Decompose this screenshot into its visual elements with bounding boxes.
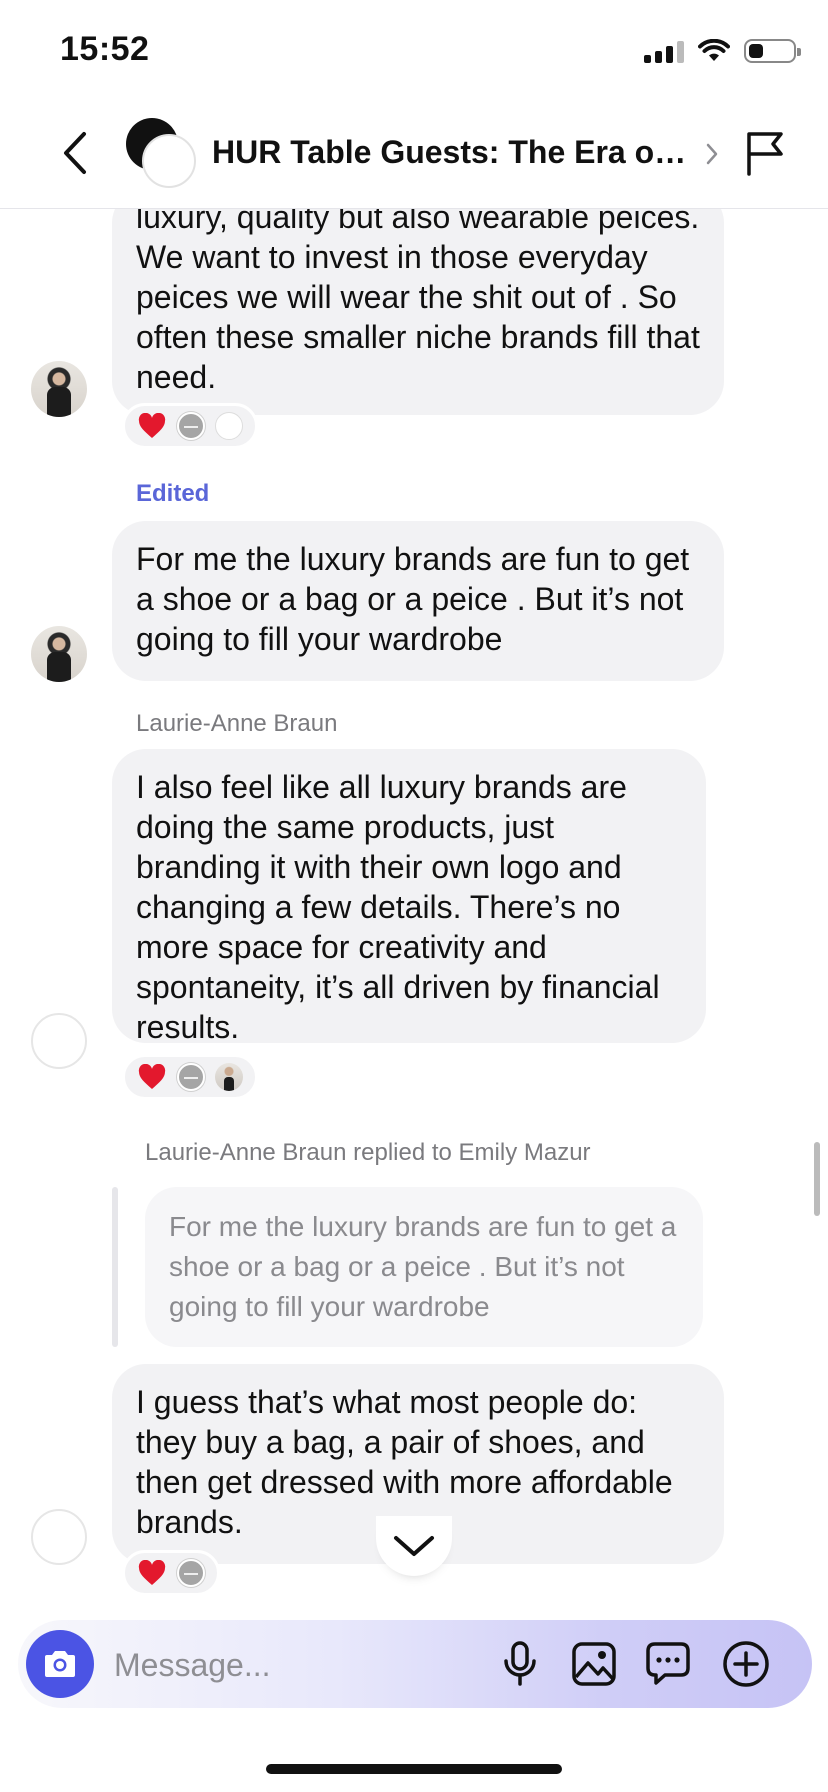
message-composer	[18, 1620, 812, 1708]
flag-icon	[747, 132, 783, 176]
message-bubble[interactable]: I also feel like all luxury brands are d…	[112, 749, 706, 1045]
reaction-avatar	[177, 1559, 205, 1587]
plus-circle-icon	[723, 1641, 769, 1687]
avatar[interactable]	[31, 1013, 87, 1069]
status-bar: 15:52	[0, 0, 828, 100]
chat-button[interactable]	[640, 1636, 696, 1692]
message-bubble[interactable]: For me the luxury brands are fun to get …	[112, 521, 724, 681]
message-input[interactable]	[112, 1642, 476, 1688]
status-icons	[644, 34, 801, 68]
reactions-bar[interactable]	[122, 1550, 220, 1596]
chat-title[interactable]: HUR Table Guests: The Era of Quiet Luxur…	[212, 134, 696, 171]
image-button[interactable]	[566, 1636, 622, 1692]
quoted-text: For me the luxury brands are fun to get …	[169, 1211, 677, 1322]
reaction-avatar	[177, 412, 205, 440]
sender-name: Laurie-Anne Braun	[136, 710, 338, 737]
reply-label: Laurie-Anne Braun replied to Emily Mazur	[145, 1139, 591, 1166]
microphone-button[interactable]	[492, 1636, 548, 1692]
status-time: 15:52	[60, 30, 150, 68]
reaction-avatar	[215, 1063, 243, 1091]
back-chevron-icon	[64, 132, 86, 174]
title-chevron-icon[interactable]	[700, 136, 724, 172]
chat-bubble-icon	[646, 1642, 690, 1685]
message-text: luxury, quality but also wearable peices…	[136, 209, 700, 395]
avatar[interactable]	[31, 361, 87, 417]
quoted-message[interactable]: For me the luxury brands are fun to get …	[145, 1187, 703, 1347]
reaction-avatar	[215, 412, 243, 440]
scroll-down-chevron-icon	[394, 1536, 434, 1556]
message-text: I also feel like all luxury brands are d…	[136, 769, 660, 1045]
camera-button[interactable]	[26, 1630, 94, 1698]
scrollbar[interactable]	[814, 1142, 820, 1216]
group-avatar[interactable]	[126, 118, 196, 188]
flag-button[interactable]	[740, 126, 790, 180]
avatar[interactable]	[31, 626, 87, 682]
reaction-avatar	[177, 1063, 205, 1091]
camera-icon	[45, 1651, 75, 1677]
heart-reaction-icon	[137, 411, 167, 441]
avatar[interactable]	[31, 1509, 87, 1565]
back-button[interactable]	[50, 128, 100, 178]
message-bubble[interactable]: luxury, quality but also wearable peices…	[112, 209, 724, 415]
quote-bar	[112, 1187, 118, 1347]
edited-label: Edited	[136, 480, 210, 507]
image-icon	[572, 1642, 616, 1686]
battery-icon	[744, 39, 801, 63]
message-list[interactable]: luxury, quality but also wearable peices…	[0, 209, 828, 1609]
plus-button[interactable]	[718, 1636, 774, 1692]
reactions-bar[interactable]	[122, 1054, 258, 1100]
microphone-icon	[504, 1641, 536, 1686]
wifi-icon	[698, 39, 730, 61]
heart-reaction-icon	[137, 1062, 167, 1092]
message-text: For me the luxury brands are fun to get …	[136, 541, 690, 657]
heart-reaction-icon	[137, 1558, 167, 1588]
reactions-bar[interactable]	[122, 403, 258, 449]
cellular-signal-icon	[644, 39, 684, 63]
chat-header: HUR Table Guests: The Era of Quiet Luxur…	[0, 100, 828, 209]
home-indicator	[266, 1764, 562, 1774]
